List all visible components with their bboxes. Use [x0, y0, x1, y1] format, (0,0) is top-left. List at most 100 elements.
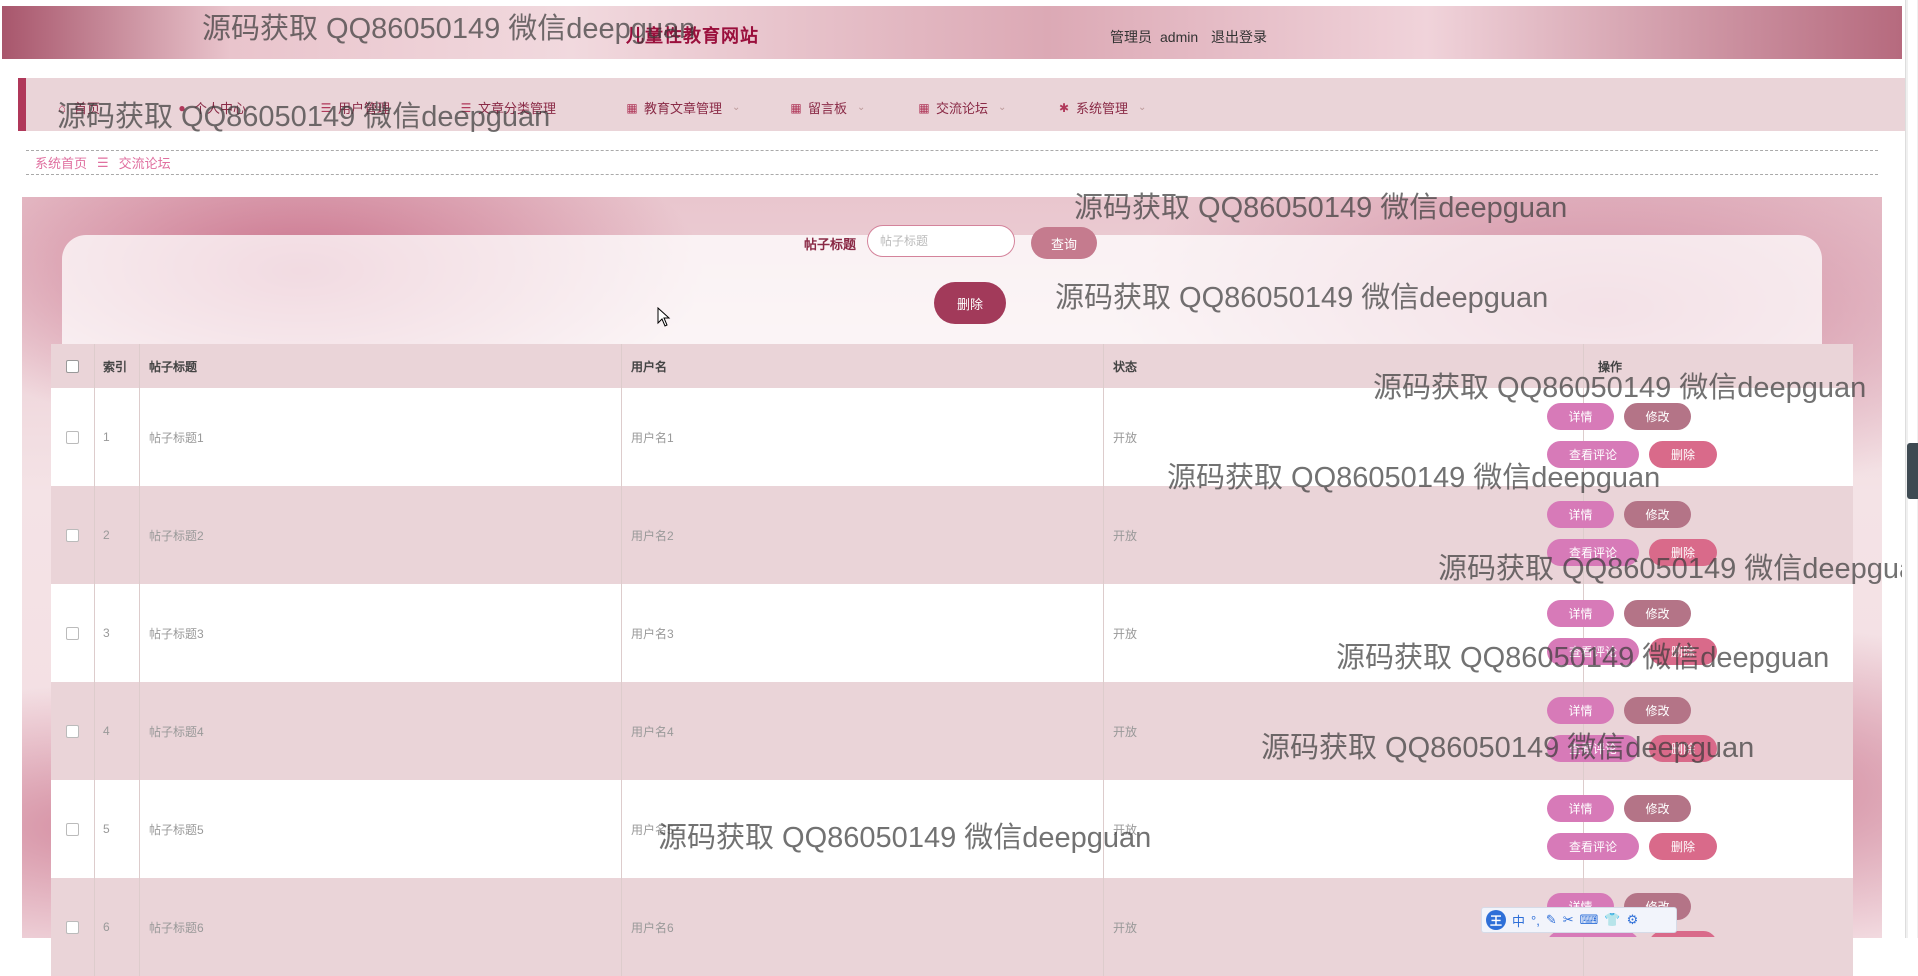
cell-title: 帖子标题2	[140, 486, 622, 584]
row-checkbox[interactable]	[66, 920, 79, 934]
view-comments-button[interactable]: 查看评论	[1547, 539, 1639, 566]
view-comments-button[interactable]: 查看评论	[1547, 638, 1639, 665]
detail-button[interactable]: 详情	[1547, 600, 1614, 627]
row-checkbox[interactable]	[66, 626, 79, 640]
row-checkbox[interactable]	[66, 430, 79, 444]
breadcrumb: 系统首页 ☰ 交流论坛	[35, 153, 171, 172]
detail-button[interactable]: 详情	[1547, 795, 1614, 822]
ime-chinese-toggle[interactable]: 中	[1512, 911, 1525, 930]
ime-keyboard-icon[interactable]: ⌨	[1580, 912, 1599, 928]
delete-button[interactable]: 删除	[1649, 638, 1717, 665]
cell-status: 开放	[1104, 682, 1584, 780]
grid-icon: ▦	[626, 100, 638, 115]
cell-index: 4	[95, 682, 140, 780]
row-checkbox[interactable]	[66, 822, 79, 836]
row-checkbox-cell	[51, 878, 95, 976]
nav-item-article-category[interactable]: ☰ 文章分类管理	[460, 98, 556, 117]
detail-button[interactable]: 详情	[1547, 403, 1614, 430]
column-header-username: 用户名	[622, 344, 1104, 388]
grid-icon: ▦	[790, 100, 802, 115]
divider	[26, 150, 1878, 151]
edit-button[interactable]: 修改	[1624, 697, 1691, 724]
detail-button[interactable]: 详情	[1547, 697, 1614, 724]
user-icon: ●	[178, 100, 186, 115]
ime-scissors-icon[interactable]: ✂	[1563, 912, 1574, 928]
breadcrumb-separator-icon: ☰	[97, 154, 109, 170]
cell-status: 开放	[1104, 780, 1584, 878]
post-title-search-input[interactable]	[867, 225, 1015, 257]
ime-logo-icon[interactable]: 王	[1486, 910, 1506, 930]
side-widget-tab[interactable]	[1907, 443, 1918, 499]
nav-label: 个人中心	[194, 101, 247, 116]
delete-button[interactable]: 删除	[1649, 833, 1717, 860]
nav-label: 系统管理	[1076, 101, 1129, 116]
nav-label: 教育文章管理	[644, 101, 723, 116]
nav-item-message-board[interactable]: ▦ 留言板 ⌄	[790, 98, 865, 117]
settings-icon: ✱	[1058, 100, 1070, 115]
edit-button[interactable]: 修改	[1624, 600, 1691, 627]
view-comments-button[interactable]: 查看评论	[1547, 441, 1639, 468]
cell-index: 3	[95, 584, 140, 682]
cell-index: 1	[95, 388, 140, 486]
edit-button[interactable]: 修改	[1624, 795, 1691, 822]
admin-info: 管理员 admin	[1110, 27, 1206, 47]
edit-button[interactable]: 修改	[1624, 501, 1691, 528]
chevron-down-icon: ⌄	[732, 102, 741, 113]
nav-item-home[interactable]: ⌂ 首页	[56, 98, 100, 117]
nav-item-forum[interactable]: ▦ 交流论坛 ⌄	[918, 98, 1006, 117]
ime-pen-icon[interactable]: ✎	[1546, 912, 1557, 928]
row-checkbox[interactable]	[66, 724, 79, 738]
nav-label: 交流论坛	[936, 101, 989, 116]
column-header-actions: 操作	[1598, 359, 1623, 374]
batch-delete-button[interactable]: 删除	[934, 282, 1006, 324]
ime-toolbar: 王 中 °, ✎ ✂ ⌨ 👕 ⚙	[1481, 907, 1677, 933]
cell-username: 用户名5	[622, 780, 1104, 878]
select-all-checkbox[interactable]	[66, 359, 79, 373]
cell-actions	[1584, 780, 1853, 878]
cell-actions	[1584, 584, 1853, 682]
ime-skin-icon[interactable]: 👕	[1604, 912, 1620, 928]
view-comments-button[interactable]: 查看评论	[1547, 833, 1639, 860]
view-comments-button[interactable]: 查看评论	[1547, 735, 1639, 762]
chevron-down-icon: ⌄	[857, 102, 866, 113]
breadcrumb-home[interactable]: 系统首页	[35, 153, 87, 172]
column-header-status: 状态	[1104, 344, 1584, 388]
nav-item-users[interactable]: ☰ 用户管理	[320, 98, 390, 117]
nav-item-system[interactable]: ✱ 系统管理 ⌄	[1058, 98, 1146, 117]
nav-item-profile[interactable]: ● 个人中心	[176, 98, 246, 117]
query-button[interactable]: 查询	[1031, 227, 1097, 259]
breadcrumb-current: 交流论坛	[118, 156, 171, 171]
ime-settings-icon[interactable]: ⚙	[1627, 912, 1639, 928]
ime-punctuation-icon[interactable]: °,	[1531, 913, 1540, 928]
edit-button[interactable]: 修改	[1624, 403, 1691, 430]
mouse-cursor-icon	[657, 307, 671, 327]
detail-button[interactable]: 详情	[1547, 501, 1614, 528]
nav-label: 首页	[74, 101, 101, 116]
column-header-index: 索引	[95, 344, 140, 388]
cell-username: 用户名2	[622, 486, 1104, 584]
table-row: 3 帖子标题3 用户名3 开放	[51, 584, 1853, 682]
row-checkbox-cell	[51, 780, 95, 878]
cell-username: 用户名4	[622, 682, 1104, 780]
row-checkbox[interactable]	[66, 528, 79, 542]
row-checkbox-cell	[51, 486, 95, 584]
cell-status: 开放	[1104, 486, 1584, 584]
cell-index: 6	[95, 878, 140, 976]
column-header-title: 帖子标题	[140, 344, 622, 388]
top-header	[2, 6, 1902, 59]
cell-index: 5	[95, 780, 140, 878]
table-header: 索引 帖子标题 用户名 状态 操作	[51, 344, 1853, 388]
delete-button[interactable]: 删除	[1649, 539, 1717, 566]
header-checkbox-cell	[51, 344, 95, 388]
home-icon: ⌂	[58, 100, 66, 115]
grid-icon: ▦	[918, 100, 930, 115]
cell-title: 帖子标题4	[140, 682, 622, 780]
logout-link[interactable]: 退出登录	[1211, 27, 1267, 47]
delete-button[interactable]: 删除	[1649, 735, 1717, 762]
delete-button[interactable]: 删除	[1649, 441, 1717, 468]
cell-status: 开放	[1104, 584, 1584, 682]
list-icon: ☰	[460, 100, 472, 115]
cell-actions	[1584, 682, 1853, 780]
nav-item-education-articles[interactable]: ▦ 教育文章管理 ⌄	[626, 98, 740, 117]
row-checkbox-cell	[51, 388, 95, 486]
